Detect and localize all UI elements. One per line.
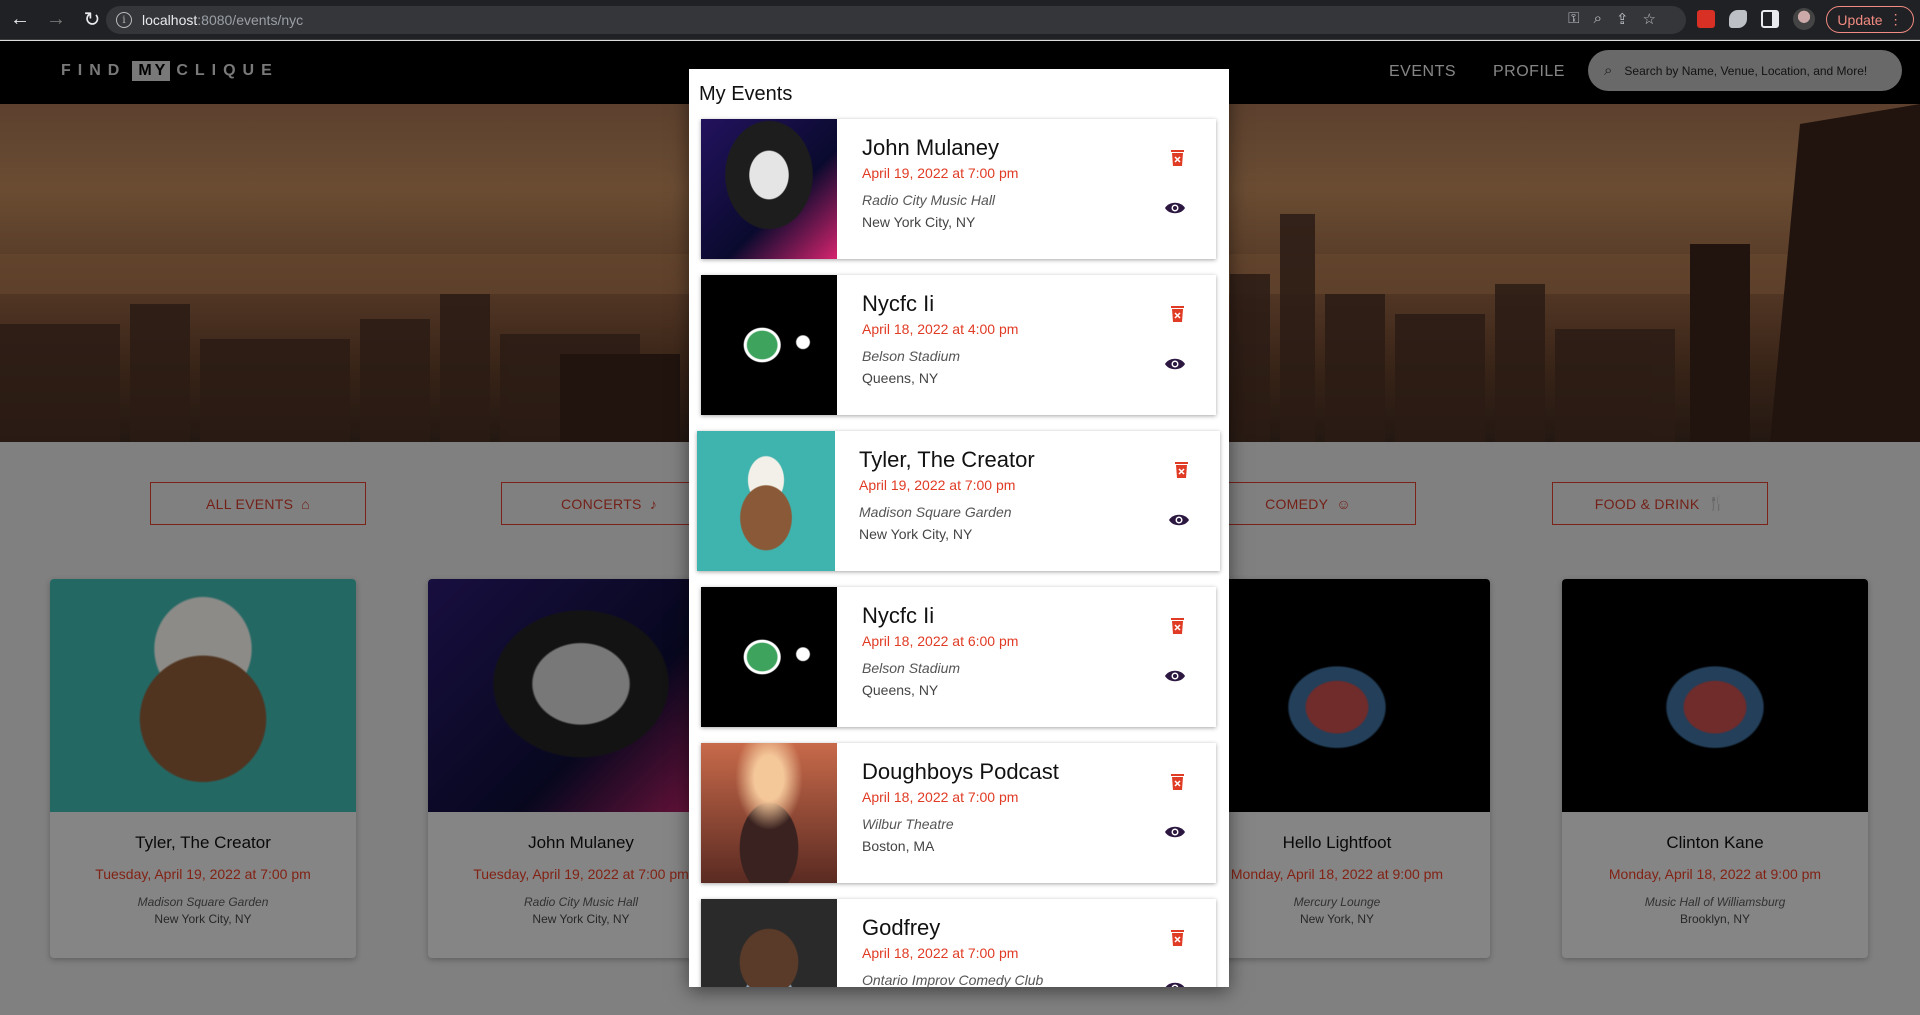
saved-event-item: Doughboys Podcast April 18, 2022 at 7:00…: [701, 743, 1216, 883]
event-city: Queens, NY: [862, 370, 939, 386]
sidepanel-icon[interactable]: [1761, 10, 1779, 28]
delete-icon[interactable]: [1169, 149, 1186, 167]
event-venue: Madison Square Garden: [859, 504, 1012, 520]
event-name: Nycfc Ii: [862, 603, 935, 628]
eye-icon[interactable]: [1164, 201, 1186, 215]
event-venue: Wilbur Theatre: [862, 816, 954, 832]
forward-arrow-icon[interactable]: →: [40, 4, 72, 36]
event-datetime: April 18, 2022 at 7:00 pm: [862, 789, 1019, 805]
more-icon: ⋮: [1888, 11, 1903, 27]
profile-avatar[interactable]: [1793, 8, 1815, 30]
puzzle-icon[interactable]: [1729, 10, 1747, 28]
event-datetime: April 19, 2022 at 7:00 pm: [862, 165, 1019, 181]
back-arrow-icon[interactable]: ←: [4, 4, 36, 36]
key-icon[interactable]: ⚿: [1568, 10, 1579, 28]
eye-icon[interactable]: [1164, 357, 1186, 371]
event-datetime: April 19, 2022 at 7:00 pm: [859, 477, 1016, 493]
event-city: Boston, MA: [862, 838, 935, 854]
saved-event-item: John Mulaney April 19, 2022 at 7:00 pm R…: [701, 119, 1216, 259]
delete-icon[interactable]: [1169, 929, 1186, 947]
event-name: Godfrey: [862, 915, 941, 940]
event-thumbnail: [701, 587, 837, 727]
extension-icon[interactable]: [1697, 10, 1715, 28]
reload-icon[interactable]: ↻: [76, 4, 108, 36]
event-datetime: April 18, 2022 at 6:00 pm: [862, 633, 1019, 649]
saved-event-item: Nycfc Ii April 18, 2022 at 6:00 pm Belso…: [701, 587, 1216, 727]
event-venue: Ontario Improv Comedy Club: [862, 972, 1044, 987]
event-thumbnail: [701, 899, 837, 987]
delete-icon[interactable]: [1169, 617, 1186, 635]
address-bar[interactable]: i localhost:8080/events/nyc ⚿ ⌕ ⇪ ☆: [106, 6, 1686, 34]
site-info-icon[interactable]: i: [116, 12, 132, 28]
event-venue: Belson Stadium: [862, 660, 961, 676]
event-city: New York City, NY: [859, 526, 973, 542]
eye-icon[interactable]: [1168, 513, 1190, 527]
event-venue: Radio City Music Hall: [862, 192, 996, 208]
bookmark-star-icon[interactable]: ☆: [1643, 10, 1656, 28]
event-city: New York City, NY: [862, 214, 976, 230]
event-thumbnail: [701, 743, 837, 883]
event-name: Nycfc Ii: [862, 291, 935, 316]
event-name: Doughboys Podcast: [862, 759, 1059, 784]
delete-icon[interactable]: [1169, 305, 1186, 323]
modal-title: My Events: [699, 83, 793, 105]
update-label: Update: [1837, 11, 1883, 28]
url-host: localhost: [142, 12, 198, 28]
url-path: :8080/events/nyc: [197, 12, 304, 28]
event-thumbnail: [697, 431, 835, 571]
event-thumbnail: [701, 119, 837, 259]
zoom-icon[interactable]: ⌕: [1594, 10, 1602, 28]
saved-event-item: Nycfc Ii April 18, 2022 at 4:00 pm Belso…: [701, 275, 1216, 415]
update-button[interactable]: Update ⋮: [1826, 6, 1914, 33]
event-city: Queens, NY: [862, 682, 939, 698]
event-datetime: April 18, 2022 at 7:00 pm: [862, 945, 1019, 961]
saved-event-item: Tyler, The Creator April 19, 2022 at 7:0…: [697, 431, 1220, 571]
saved-event-item: Godfrey April 18, 2022 at 7:00 pm Ontari…: [701, 899, 1216, 987]
event-datetime: April 18, 2022 at 4:00 pm: [862, 321, 1019, 337]
delete-icon[interactable]: [1169, 773, 1186, 791]
browser-toolbar: ← → ↻ i localhost:8080/events/nyc ⚿ ⌕ ⇪ …: [0, 0, 1920, 40]
event-name: Tyler, The Creator: [859, 447, 1035, 472]
my-events-modal: My Events John Mulaney April 19, 2022 at…: [689, 69, 1229, 987]
eye-icon[interactable]: [1164, 825, 1186, 839]
eye-icon[interactable]: [1164, 981, 1186, 987]
delete-icon[interactable]: [1173, 461, 1190, 479]
event-name: John Mulaney: [862, 135, 999, 160]
event-venue: Belson Stadium: [862, 348, 961, 364]
eye-icon[interactable]: [1164, 669, 1186, 683]
share-icon[interactable]: ⇪: [1616, 10, 1629, 28]
event-thumbnail: [701, 275, 837, 415]
